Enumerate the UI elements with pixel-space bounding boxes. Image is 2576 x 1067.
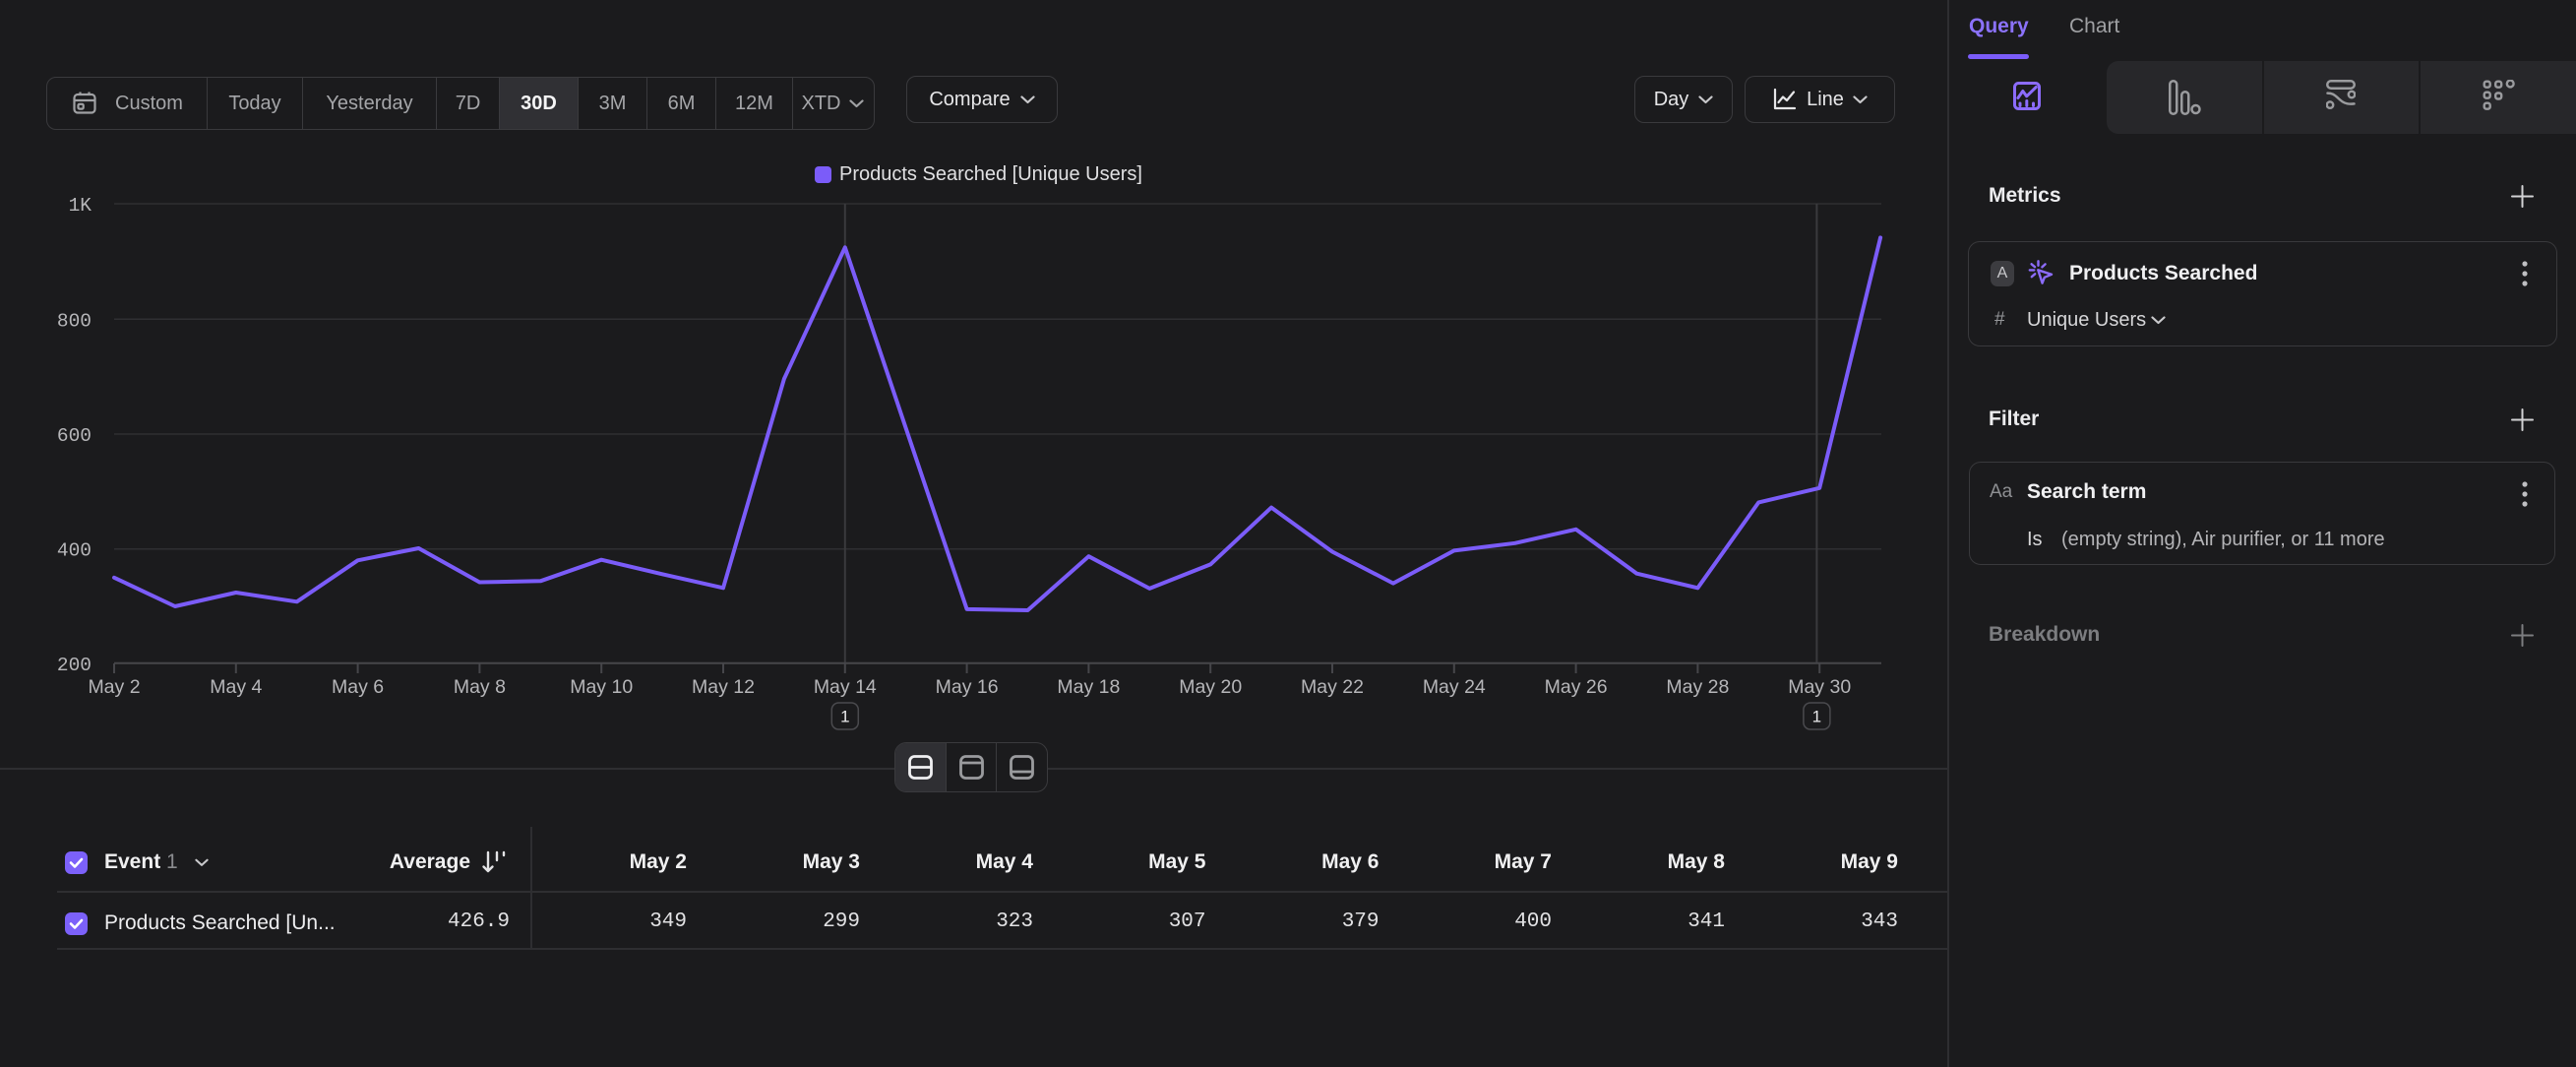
- svg-text:May 18: May 18: [1057, 676, 1120, 698]
- svg-text:May 20: May 20: [1179, 676, 1242, 698]
- svg-text:May 30: May 30: [1788, 676, 1851, 698]
- svg-text:400: 400: [57, 540, 92, 562]
- svg-text:May 28: May 28: [1666, 676, 1729, 698]
- svg-text:May 26: May 26: [1545, 676, 1608, 698]
- svg-text:May 16: May 16: [936, 676, 999, 698]
- svg-text:800: 800: [57, 310, 92, 332]
- svg-text:May 14: May 14: [814, 676, 877, 698]
- svg-text:May 22: May 22: [1301, 676, 1364, 698]
- svg-text:May 24: May 24: [1423, 676, 1486, 698]
- svg-text:May 8: May 8: [454, 676, 506, 698]
- svg-text:May 6: May 6: [332, 676, 384, 698]
- svg-text:1: 1: [840, 708, 849, 726]
- svg-text:May 12: May 12: [692, 676, 755, 698]
- svg-text:200: 200: [57, 655, 92, 676]
- svg-text:1K: 1K: [69, 195, 92, 217]
- svg-text:May 4: May 4: [210, 676, 262, 698]
- svg-text:May 10: May 10: [570, 676, 633, 698]
- svg-text:May 2: May 2: [88, 676, 140, 698]
- svg-text:600: 600: [57, 425, 92, 447]
- svg-text:1: 1: [1812, 708, 1821, 726]
